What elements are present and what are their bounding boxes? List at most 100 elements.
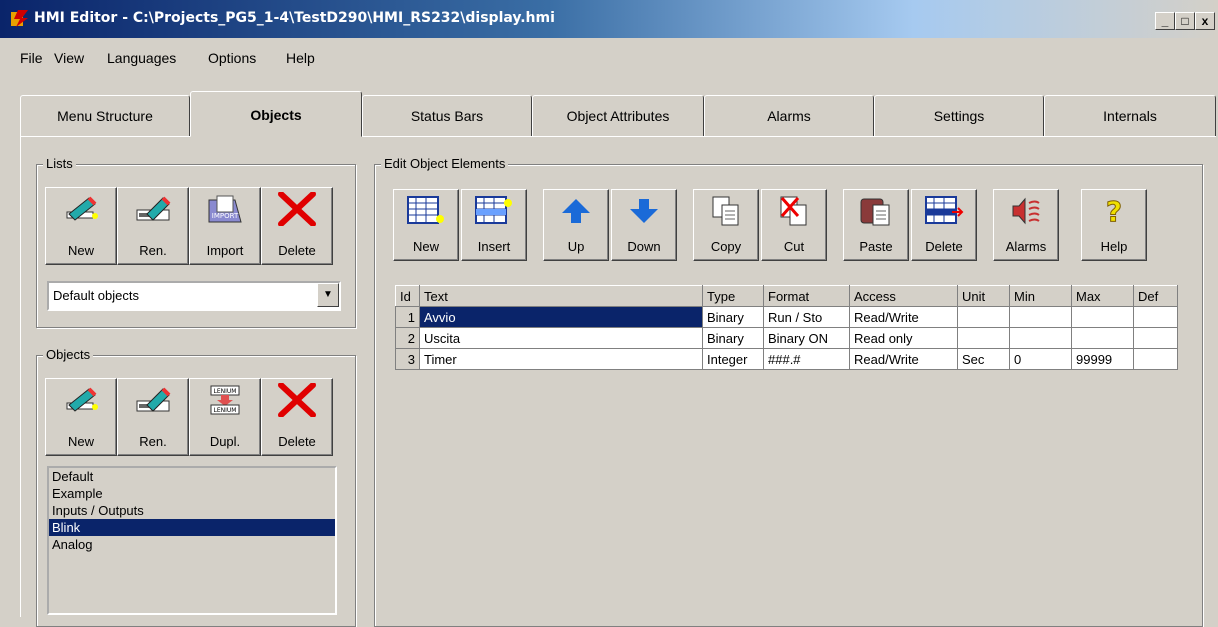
- table-row[interactable]: 1 Avvio Binary Run / Sto Read/Write: [395, 306, 1178, 328]
- cell-access[interactable]: Read/Write: [849, 348, 958, 370]
- menu-languages[interactable]: Languages: [107, 50, 176, 66]
- objects-group: Objects New Ren. LENIUM LENIUM Dupl. Dele…: [36, 347, 356, 627]
- cell-def[interactable]: [1133, 327, 1178, 349]
- lists-delete-label: Delete: [278, 243, 316, 258]
- cell-format[interactable]: Run / Sto: [763, 306, 850, 328]
- pencil-rename-icon: [136, 387, 171, 412]
- table-row[interactable]: 2 Uscita Binary Binary ON Read only: [395, 327, 1178, 349]
- cell-id[interactable]: 1: [395, 306, 420, 328]
- list-item[interactable]: Analog: [49, 536, 335, 553]
- tab-internals[interactable]: Internals: [1044, 95, 1216, 137]
- elements-up-button[interactable]: Up: [543, 189, 609, 261]
- delete-x-icon: [278, 383, 316, 417]
- tab-menu-structure[interactable]: Menu Structure: [20, 95, 190, 137]
- elements-down-button[interactable]: Down: [611, 189, 677, 261]
- cell-format[interactable]: Binary ON: [763, 327, 850, 349]
- objects-delete-button[interactable]: Delete: [261, 378, 333, 456]
- app-icon: [11, 10, 28, 27]
- tab-object-attributes[interactable]: Object Attributes: [532, 95, 704, 137]
- lists-new-button[interactable]: New: [45, 187, 117, 265]
- cell-access[interactable]: Read only: [849, 327, 958, 349]
- tab-alarms[interactable]: Alarms: [704, 95, 874, 137]
- cell-type[interactable]: Binary: [702, 327, 764, 349]
- cell-def[interactable]: [1133, 348, 1178, 370]
- objects-delete-label: Delete: [278, 434, 316, 449]
- pencil-rename-icon: [136, 196, 171, 221]
- list-item[interactable]: Default: [49, 468, 335, 485]
- maximize-button[interactable]: □: [1175, 12, 1195, 30]
- close-button[interactable]: x: [1195, 12, 1215, 30]
- cell-min[interactable]: [1009, 306, 1072, 328]
- cell-unit[interactable]: [957, 306, 1010, 328]
- arrow-down-icon: [630, 199, 658, 223]
- elements-insert-button[interactable]: Insert: [461, 189, 527, 261]
- tab-settings[interactable]: Settings: [874, 95, 1044, 137]
- cell-type[interactable]: Integer: [702, 348, 764, 370]
- list-item[interactable]: Example: [49, 485, 335, 502]
- cell-unit[interactable]: [957, 327, 1010, 349]
- objects-listbox[interactable]: Default Example Inputs / Outputs Blink A…: [47, 466, 337, 615]
- cell-text[interactable]: Avvio: [419, 306, 703, 328]
- elements-up-label: Up: [567, 239, 585, 254]
- list-item[interactable]: Inputs / Outputs: [49, 502, 335, 519]
- elements-paste-button[interactable]: Paste: [843, 189, 909, 261]
- cell-id[interactable]: 3: [395, 348, 420, 370]
- cell-access[interactable]: Read/Write: [849, 306, 958, 328]
- lists-import-button[interactable]: IMPORT Import: [189, 187, 261, 265]
- list-item-selected[interactable]: Blink: [49, 519, 335, 536]
- title-bar: HMI Editor - C:\Projects_PG5_1-4\TestD29…: [0, 0, 1218, 38]
- elements-table[interactable]: Id Text Type Format Access Unit Min Max …: [395, 285, 1178, 370]
- tab-status-bars[interactable]: Status Bars: [362, 95, 532, 137]
- objects-new-button[interactable]: New: [45, 378, 117, 456]
- column-header-type[interactable]: Type: [702, 285, 764, 307]
- column-header-min[interactable]: Min: [1009, 285, 1072, 307]
- elements-cut-button[interactable]: Cut: [761, 189, 827, 261]
- cell-unit[interactable]: Sec: [957, 348, 1010, 370]
- cell-def[interactable]: [1133, 306, 1178, 328]
- tab-objects[interactable]: Objects: [190, 91, 362, 137]
- svg-text:LENIUM: LENIUM: [214, 407, 237, 414]
- edit-elements-group: Edit Object Elements New Insert Up Down …: [374, 156, 1203, 627]
- minimize-button[interactable]: _: [1155, 12, 1175, 30]
- elements-delete-button[interactable]: Delete: [911, 189, 977, 261]
- column-header-max[interactable]: Max: [1071, 285, 1134, 307]
- cell-text[interactable]: Timer: [419, 348, 703, 370]
- lists-combo[interactable]: Default objects ▼: [47, 281, 341, 311]
- cell-type[interactable]: Binary: [702, 306, 764, 328]
- elements-copy-label: Copy: [710, 239, 742, 254]
- menu-view[interactable]: View: [54, 50, 84, 66]
- cell-min[interactable]: [1009, 327, 1072, 349]
- column-header-format[interactable]: Format: [763, 285, 850, 307]
- elements-alarms-button[interactable]: Alarms: [993, 189, 1059, 261]
- elements-copy-button[interactable]: Copy: [693, 189, 759, 261]
- cell-format[interactable]: ###.#: [763, 348, 850, 370]
- table-row[interactable]: 3 Timer Integer ###.# Read/Write Sec 0 9…: [395, 348, 1178, 370]
- cell-id[interactable]: 2: [395, 327, 420, 349]
- dropdown-arrow-icon[interactable]: ▼: [317, 283, 339, 307]
- edit-elements-legend: Edit Object Elements: [381, 156, 509, 171]
- elements-help-button[interactable]: ? Help: [1081, 189, 1147, 261]
- grid-insert-icon: [475, 196, 512, 224]
- cell-min[interactable]: 0: [1009, 348, 1072, 370]
- menu-bar: File View Languages Options Help: [0, 38, 1218, 80]
- lists-rename-button[interactable]: Ren.: [117, 187, 189, 265]
- cell-max[interactable]: 99999: [1071, 348, 1134, 370]
- objects-rename-button[interactable]: Ren.: [117, 378, 189, 456]
- column-header-unit[interactable]: Unit: [957, 285, 1010, 307]
- elements-new-label: New: [412, 239, 439, 254]
- elements-new-button[interactable]: New: [393, 189, 459, 261]
- cell-max[interactable]: [1071, 327, 1134, 349]
- objects-duplicate-button[interactable]: LENIUM LENIUM Dupl.: [189, 378, 261, 456]
- column-header-def[interactable]: Def: [1133, 285, 1178, 307]
- lists-delete-button[interactable]: Delete: [261, 187, 333, 265]
- lists-combo-value: Default objects: [53, 288, 139, 303]
- menu-help[interactable]: Help: [286, 50, 315, 66]
- menu-file[interactable]: File: [20, 50, 43, 66]
- menu-options[interactable]: Options: [208, 50, 256, 66]
- column-header-access[interactable]: Access: [849, 285, 958, 307]
- cell-text[interactable]: Uscita: [419, 327, 703, 349]
- column-header-id[interactable]: Id: [395, 285, 420, 307]
- column-header-text[interactable]: Text: [419, 285, 703, 307]
- cell-max[interactable]: [1071, 306, 1134, 328]
- grid-new-icon: [407, 196, 444, 224]
